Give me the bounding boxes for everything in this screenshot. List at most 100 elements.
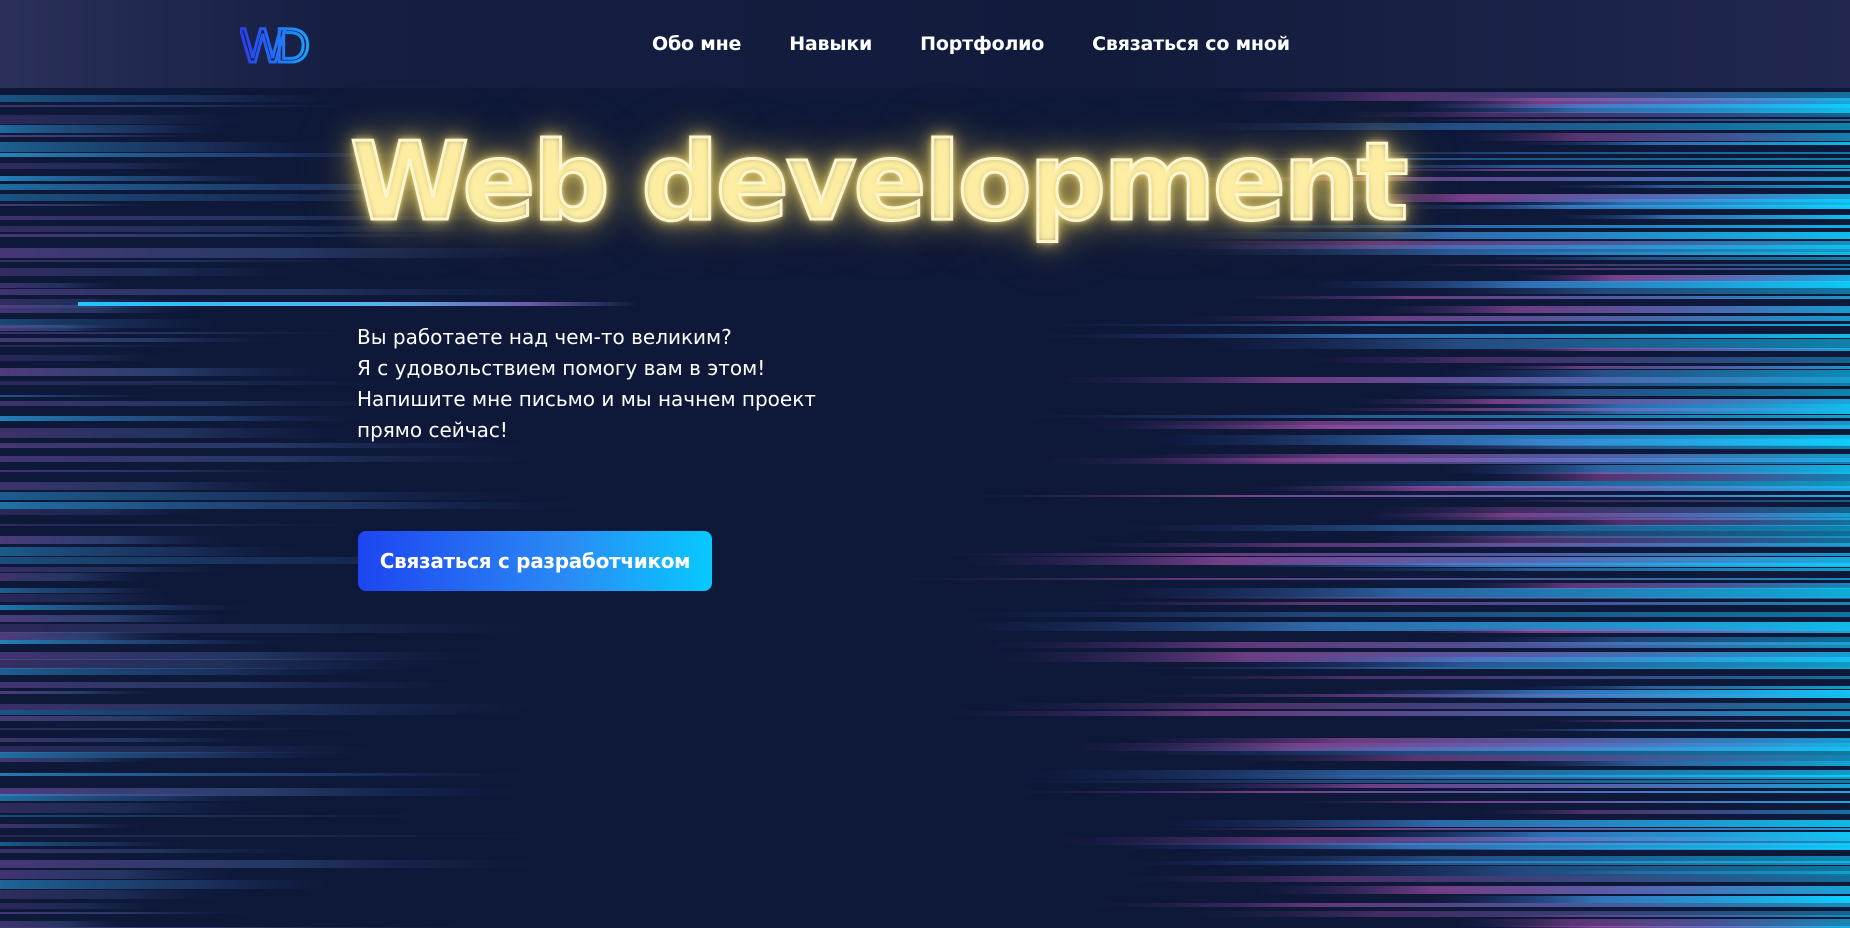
background-streak bbox=[0, 115, 257, 124]
background-streak bbox=[0, 835, 573, 837]
background-streak bbox=[0, 345, 199, 347]
background-streak bbox=[1386, 383, 1850, 386]
background-streak bbox=[0, 105, 363, 107]
background-streak bbox=[1398, 389, 1850, 396]
background-streak bbox=[1375, 446, 1850, 449]
accent-line bbox=[78, 302, 638, 306]
background-streak bbox=[0, 752, 354, 758]
background-streak bbox=[0, 773, 540, 776]
background-streak bbox=[1070, 602, 1850, 605]
background-streak bbox=[1372, 252, 1850, 255]
background-streak bbox=[0, 248, 585, 258]
hero-line: прямо сейчас! bbox=[357, 418, 508, 442]
nav-skills[interactable]: Навыки bbox=[789, 33, 872, 55]
background-streak bbox=[1513, 142, 1850, 145]
background-streak bbox=[0, 815, 459, 817]
background-streak bbox=[0, 682, 477, 688]
background-streak bbox=[0, 824, 147, 828]
background-streak bbox=[1179, 316, 1850, 321]
background-streak bbox=[1471, 500, 1850, 502]
background-streak bbox=[1215, 657, 1850, 667]
nav-about[interactable]: Обо мне bbox=[652, 33, 741, 55]
hero-line: Напишите мне письмо и мы начнем проект bbox=[357, 387, 816, 411]
background-streak bbox=[0, 204, 163, 206]
background-streak bbox=[0, 640, 289, 644]
background-streak bbox=[1471, 257, 1850, 260]
background-streak bbox=[0, 289, 595, 295]
background-streak bbox=[0, 880, 341, 889]
background-streak bbox=[1500, 761, 1850, 766]
background-streak bbox=[1102, 588, 1850, 598]
background-streak bbox=[1153, 828, 1850, 830]
background-streak bbox=[1311, 568, 1850, 571]
background-streak bbox=[0, 652, 499, 660]
background-streak bbox=[0, 567, 240, 572]
background-streak bbox=[1016, 415, 1850, 418]
background-streak bbox=[1253, 886, 1850, 894]
nav-portfolio[interactable]: Портфолио bbox=[920, 33, 1044, 55]
background-streak bbox=[1108, 525, 1850, 531]
background-streak bbox=[0, 704, 564, 710]
background-streak bbox=[1023, 770, 1850, 779]
background-streak bbox=[0, 492, 544, 500]
background-streak bbox=[0, 728, 379, 730]
background-streak bbox=[1120, 425, 1850, 429]
background-streak bbox=[0, 668, 387, 675]
logo[interactable]: WD bbox=[240, 22, 330, 68]
background-streak bbox=[1028, 458, 1850, 464]
background-streak bbox=[1461, 915, 1850, 917]
background-streak bbox=[0, 912, 256, 914]
background-streak bbox=[1196, 563, 1850, 567]
background-streak bbox=[0, 716, 289, 721]
page: WD Обо мне Навыки Портфолио Связаться со… bbox=[0, 0, 1850, 928]
background-streak bbox=[946, 612, 1850, 617]
background-streak bbox=[1198, 339, 1850, 349]
background-streak bbox=[1304, 281, 1850, 288]
background-streak bbox=[1232, 755, 1850, 761]
background-streak bbox=[0, 849, 318, 853]
background-streak bbox=[0, 470, 331, 472]
background-streak bbox=[1520, 518, 1850, 526]
background-streak bbox=[0, 903, 170, 909]
background-streak bbox=[1379, 205, 1850, 209]
background-streak bbox=[1489, 871, 1850, 874]
background-streak bbox=[1083, 903, 1850, 907]
background-streak bbox=[0, 95, 355, 102]
background-streak bbox=[1204, 775, 1850, 777]
background-streak bbox=[1130, 738, 1850, 743]
background-streak bbox=[1161, 784, 1850, 788]
background-streak bbox=[1549, 215, 1850, 219]
background-streak bbox=[1405, 119, 1850, 121]
background-streak bbox=[1345, 439, 1850, 446]
background-streak bbox=[1472, 268, 1850, 270]
logo-text: WD bbox=[240, 22, 308, 68]
background-streak bbox=[1387, 264, 1850, 266]
background-streak bbox=[0, 428, 359, 438]
background-streak bbox=[0, 260, 386, 262]
background-streak bbox=[1004, 791, 1850, 793]
nav-contact[interactable]: Связаться со мной bbox=[1092, 33, 1290, 55]
background-streak bbox=[1544, 185, 1850, 188]
background-streak bbox=[0, 890, 228, 899]
background-streak bbox=[934, 553, 1850, 556]
background-streak bbox=[0, 509, 216, 515]
background-streak bbox=[0, 355, 172, 361]
background-streak bbox=[959, 495, 1850, 497]
background-streak bbox=[0, 395, 160, 397]
background-streak bbox=[0, 758, 162, 762]
background-streak bbox=[1295, 848, 1850, 850]
background-streak bbox=[1512, 275, 1850, 282]
background-streak bbox=[1009, 780, 1850, 783]
background-streak bbox=[0, 803, 263, 813]
background-streak bbox=[0, 659, 460, 669]
background-streak bbox=[0, 691, 162, 694]
background-streak bbox=[1370, 306, 1850, 313]
background-streak bbox=[1407, 104, 1850, 113]
hero-line: Я с удовольствием помогу вам в этом! bbox=[357, 356, 766, 380]
background-streak bbox=[0, 536, 232, 544]
contact-developer-button[interactable]: Связаться с разработчиком bbox=[358, 531, 712, 591]
background-streak bbox=[0, 482, 308, 490]
background-streak bbox=[1426, 896, 1850, 903]
background-streak bbox=[0, 738, 268, 742]
background-streak bbox=[0, 176, 289, 181]
